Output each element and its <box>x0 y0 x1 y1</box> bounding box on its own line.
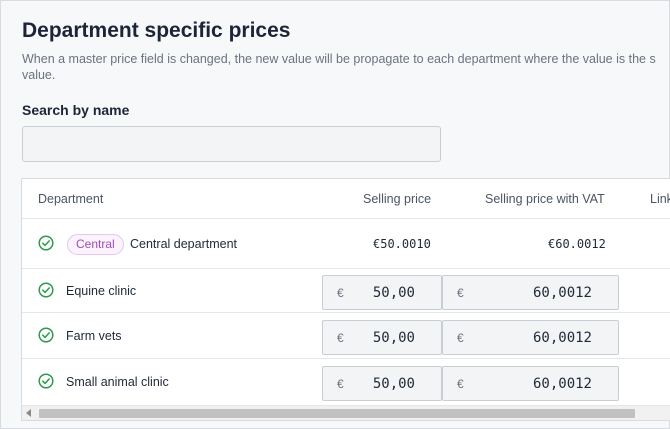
selling-price-vat-input[interactable]: € 60,0012 <box>442 275 619 310</box>
scrollbar-thumb[interactable] <box>39 409 635 418</box>
selling-price-input[interactable]: € 50,00 <box>322 275 442 310</box>
selling-price-value: €50.0010 <box>373 237 431 251</box>
table-row: Farm vets € 50,00 € 60,0012 <box>22 313 670 359</box>
column-header-selling-price-vat: Selling price with VAT <box>485 192 605 206</box>
selling-price-input[interactable]: € 50,00 <box>322 366 442 401</box>
column-header-department: Department <box>38 192 104 206</box>
department-name: Equine clinic <box>66 284 137 298</box>
search-input[interactable] <box>22 126 441 162</box>
selling-price-value: 50,00 <box>372 330 415 346</box>
table-header: Department Selling price Selling price w… <box>22 179 670 219</box>
selling-price-vat-value: 60,0012 <box>532 285 592 301</box>
page-description-continued: value. <box>22 68 56 82</box>
currency-symbol: € <box>337 331 344 345</box>
currency-symbol: € <box>457 286 464 300</box>
central-badge: Central <box>67 234 124 255</box>
table-row: Central Central department €50.0010 €60.… <box>22 219 670 269</box>
selling-price-vat-value: 60,0012 <box>532 330 592 346</box>
check-circle-icon <box>38 235 54 251</box>
selling-price-vat-value: €60.0012 <box>548 237 606 251</box>
page-title: Department specific prices <box>22 19 291 42</box>
department-price-table: Department Selling price Selling price w… <box>21 178 670 421</box>
column-header-link: Link <box>650 192 670 206</box>
horizontal-scrollbar[interactable] <box>22 405 670 420</box>
table-row: Small animal clinic € 50,00 € 60,0012 <box>22 359 670 405</box>
department-name: Small animal clinic <box>66 375 169 389</box>
department-name: Central department <box>130 237 238 251</box>
selling-price-vat-input[interactable]: € 60,0012 <box>442 320 619 355</box>
selling-price-vat-input[interactable]: € 60,0012 <box>442 366 619 401</box>
check-circle-icon <box>38 282 54 298</box>
selling-price-input[interactable]: € 50,00 <box>322 320 442 355</box>
page-description: When a master price field is changed, th… <box>22 52 656 66</box>
selling-price-value: 50,00 <box>372 376 415 392</box>
column-header-selling-price: Selling price <box>363 192 432 206</box>
selling-price-vat-value: 60,0012 <box>532 376 592 392</box>
currency-symbol: € <box>457 331 464 345</box>
check-circle-icon <box>38 373 54 389</box>
check-circle-icon <box>38 327 54 343</box>
currency-symbol: € <box>337 377 344 391</box>
department-name: Farm vets <box>66 329 122 343</box>
search-label: Search by name <box>22 102 130 118</box>
scroll-left-arrow-icon[interactable] <box>26 409 31 417</box>
table-row: Equine clinic € 50,00 € 60,0012 <box>22 269 670 313</box>
selling-price-value: 50,00 <box>372 285 415 301</box>
page-frame: Department specific prices When a master… <box>0 0 670 429</box>
currency-symbol: € <box>337 286 344 300</box>
currency-symbol: € <box>457 377 464 391</box>
